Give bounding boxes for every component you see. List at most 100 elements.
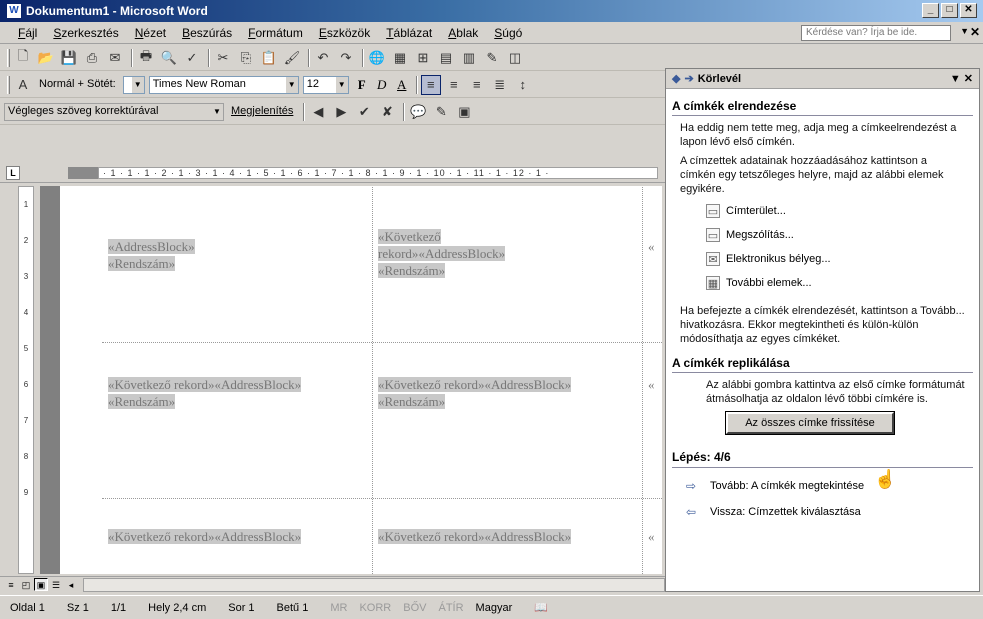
- document-map-icon[interactable]: ◫: [505, 48, 525, 68]
- outline-view-icon[interactable]: ☰: [49, 578, 63, 591]
- font-select[interactable]: Times New Roman ▼: [148, 75, 299, 94]
- plate-number-field[interactable]: «Rendszám»: [378, 263, 446, 278]
- document-page[interactable]: «AddressBlock» «Rendszám» «Következő rek…: [60, 186, 662, 574]
- accept-change-icon[interactable]: ✔: [354, 102, 374, 122]
- style-select[interactable]: Normál + Sötét:: [36, 76, 119, 94]
- label-cell-partial[interactable]: «: [648, 238, 655, 255]
- format-painter-icon[interactable]: 🖌: [282, 48, 302, 68]
- track-changes-icon[interactable]: ✎: [431, 102, 451, 122]
- label-cell-partial[interactable]: «: [648, 528, 655, 545]
- open-folder-icon[interactable]: 📂: [36, 48, 56, 68]
- document-close-icon[interactable]: ✕: [970, 25, 980, 39]
- previous-step-link[interactable]: ⇦ Vissza: Címzettek kiválasztása: [686, 504, 979, 520]
- bold-button[interactable]: F: [353, 76, 371, 94]
- menu-file[interactable]: Fájl: [10, 26, 45, 40]
- redo-icon[interactable]: ↷: [336, 48, 356, 68]
- help-search-input[interactable]: Kérdése van? Írja be ide.: [801, 25, 951, 41]
- menu-view[interactable]: Nézet: [127, 26, 174, 40]
- tab-selector[interactable]: L: [6, 166, 20, 180]
- print-icon[interactable]: 🖶: [136, 48, 156, 68]
- next-record-field[interactable]: «Következő rekord»: [108, 529, 215, 544]
- help-dropdown-icon[interactable]: ▼: [960, 26, 969, 36]
- label-cell[interactable]: «Következő rekord»«AddressBlock»: [108, 528, 308, 545]
- update-all-labels-button[interactable]: Az összes címke frissítése: [725, 411, 895, 435]
- save-icon[interactable]: 💾: [59, 48, 79, 68]
- next-record-field[interactable]: «Következő rekord»: [378, 529, 485, 544]
- menu-window[interactable]: Ablak: [440, 26, 486, 40]
- plate-number-field[interactable]: «Rendszám»: [108, 256, 176, 271]
- task-pane-menu-icon[interactable]: ▼: [950, 73, 961, 85]
- previous-change-icon[interactable]: ◀: [308, 102, 328, 122]
- insert-table-icon[interactable]: ⊞: [413, 48, 433, 68]
- menu-insert[interactable]: Beszúrás: [174, 26, 240, 40]
- align-left-icon[interactable]: ≡: [420, 74, 441, 95]
- ruler-scale[interactable]: · 1 · 1 · 1 · 2 · 1 · 3 · 1 · 4 · 1 · 5 …: [98, 167, 658, 179]
- columns-icon[interactable]: ▥: [459, 48, 479, 68]
- address-block-field[interactable]: «AddressBlock»: [484, 529, 572, 544]
- electronic-postage-link[interactable]: ✉ Elektronikus bélyeg...: [706, 250, 979, 268]
- address-block-field[interactable]: «AddressBlock»: [214, 377, 302, 392]
- print-layout-view-icon[interactable]: ▣: [34, 578, 48, 591]
- status-extend[interactable]: BŐV: [403, 602, 426, 614]
- underline-button[interactable]: A: [393, 76, 411, 94]
- word-app-icon[interactable]: W: [6, 3, 22, 19]
- styles-formatting-icon[interactable]: A: [13, 75, 33, 95]
- next-change-icon[interactable]: ▶: [331, 102, 351, 122]
- label-cell[interactable]: «Következő rekord»«AddressBlock» «Rendsz…: [108, 376, 308, 410]
- greeting-line-link[interactable]: ▭ Megszólítás...: [706, 226, 979, 244]
- document-area[interactable]: «AddressBlock» «Rendszám» «Következő rek…: [40, 186, 662, 574]
- insert-excel-icon[interactable]: ▤: [436, 48, 456, 68]
- next-step-link[interactable]: ⇨ Tovább: A címkék megtekintése: [686, 478, 979, 494]
- normal-view-icon[interactable]: ≡: [4, 578, 18, 591]
- status-macro-record[interactable]: MR: [330, 602, 347, 614]
- menu-tools[interactable]: Eszközök: [311, 26, 378, 40]
- maximize-button[interactable]: □: [941, 3, 958, 18]
- justify-icon[interactable]: ≣: [490, 75, 510, 95]
- hyperlink-icon[interactable]: 🌐: [367, 48, 387, 68]
- address-block-link[interactable]: ▭ Címterület...: [706, 202, 979, 220]
- forward-arrow-icon[interactable]: ➔: [684, 72, 693, 85]
- toolbar-grip[interactable]: [7, 75, 10, 94]
- menu-table[interactable]: Táblázat: [378, 26, 440, 40]
- email-icon[interactable]: ✉: [105, 48, 125, 68]
- print-preview-icon[interactable]: 🔍: [159, 48, 179, 68]
- back-arrow-icon[interactable]: ◆: [672, 72, 680, 85]
- toolbar-grip[interactable]: [7, 48, 10, 67]
- menu-format[interactable]: Formátum: [240, 26, 311, 40]
- reject-change-icon[interactable]: ✘: [377, 102, 397, 122]
- web-view-icon[interactable]: ◰: [19, 578, 33, 591]
- address-block-field[interactable]: «AddressBlock»: [214, 529, 302, 544]
- spelling-icon[interactable]: ✓: [182, 48, 202, 68]
- horizontal-scrollbar[interactable]: [83, 577, 665, 592]
- paste-icon[interactable]: 📋: [259, 48, 279, 68]
- next-record-field[interactable]: «Következő rekord»: [108, 377, 215, 392]
- label-cell[interactable]: «Következő rekord»«AddressBlock» «Rendsz…: [378, 376, 578, 410]
- label-cell[interactable]: «Következő rekord»«AddressBlock» «Rendsz…: [378, 228, 568, 279]
- more-items-link[interactable]: ▦ További elemek...: [706, 274, 979, 292]
- plate-number-field[interactable]: «Rendszám»: [378, 394, 446, 409]
- menu-edit[interactable]: Szerkesztés: [45, 26, 126, 40]
- address-block-field[interactable]: «AddressBlock»: [108, 239, 195, 254]
- address-block-field[interactable]: «AddressBlock»: [418, 246, 506, 261]
- spelling-status-icon[interactable]: 📖: [534, 601, 548, 614]
- address-block-field[interactable]: «AddressBlock»: [484, 377, 572, 392]
- italic-button[interactable]: D: [373, 76, 391, 94]
- close-button[interactable]: ✕: [960, 3, 977, 18]
- cut-icon[interactable]: ✂: [213, 48, 233, 68]
- label-cell[interactable]: «Következő rekord»«AddressBlock»: [378, 528, 578, 545]
- style-dropdown[interactable]: ▼: [122, 75, 145, 94]
- drawing-icon[interactable]: ✎: [482, 48, 502, 68]
- copy-icon[interactable]: ⎘: [236, 48, 256, 68]
- label-cell[interactable]: «AddressBlock» «Rendszám»: [108, 238, 195, 272]
- show-menu-button[interactable]: Megjelenítés: [228, 103, 296, 121]
- line-spacing-icon[interactable]: ↕: [513, 75, 533, 95]
- status-track-changes[interactable]: KORR: [359, 602, 391, 614]
- insert-comment-icon[interactable]: 💬: [408, 102, 428, 122]
- task-pane-close-icon[interactable]: ✕: [964, 73, 973, 85]
- align-center-icon[interactable]: ≡: [444, 75, 464, 95]
- font-size-select[interactable]: 12 ▼: [302, 75, 349, 94]
- next-record-field[interactable]: «Következő rekord»: [378, 377, 485, 392]
- plate-number-field[interactable]: «Rendszám»: [108, 394, 176, 409]
- tables-borders-icon[interactable]: ▦: [390, 48, 410, 68]
- scroll-left-icon[interactable]: ◂: [64, 578, 78, 591]
